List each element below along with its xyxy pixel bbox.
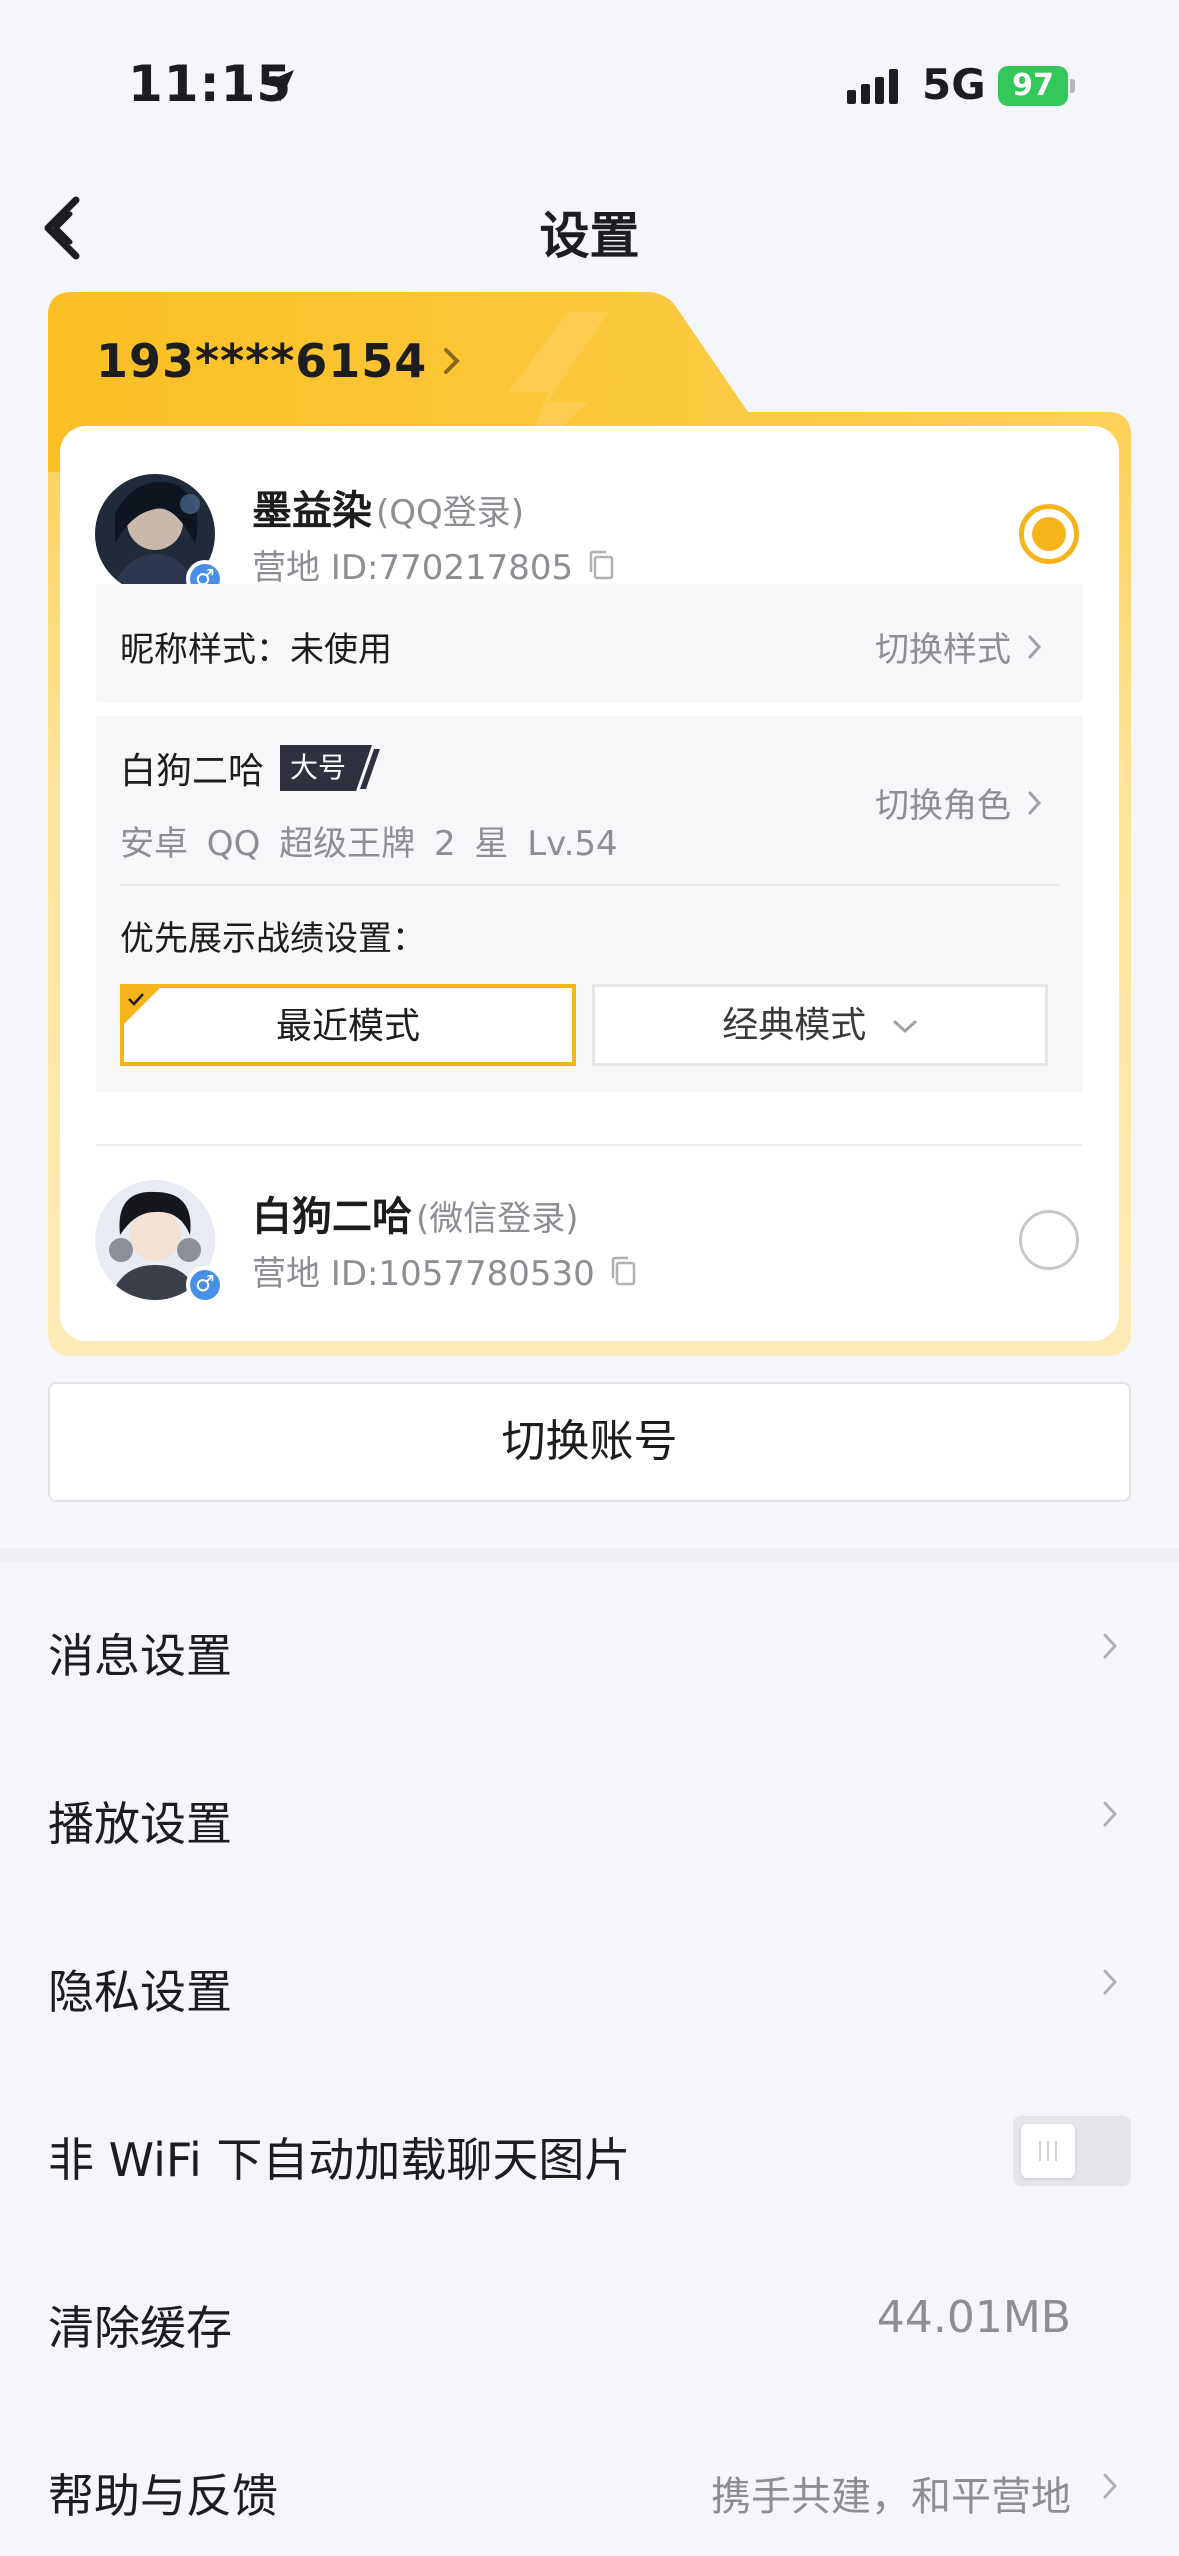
chevron-right-icon	[1028, 791, 1042, 814]
account-nickname: 白狗二哈	[252, 1194, 412, 1240]
account-radio-selected[interactable]	[1019, 504, 1079, 564]
setting-label: 非 WiFi 下自动加载聊天图片	[48, 2133, 631, 2187]
setting-help-feedback[interactable]: 帮助与反馈 携手共建，和平营地	[0, 2402, 1179, 2556]
account-item-wechat[interactable]: ♂ 白狗二哈 (微信登录) 营地 ID:1057780530	[60, 1174, 1119, 1314]
account-item-qq[interactable]: ♂ 墨益染 (QQ登录) 营地 ID:770217805	[60, 464, 1119, 604]
chevron-right-icon	[1103, 1969, 1118, 1995]
signal-icon	[847, 69, 898, 104]
copy-icon[interactable]	[609, 1255, 637, 1287]
account-list: ♂ 墨益染 (QQ登录) 营地 ID:770217805 昵称样式：未使用 切换样…	[60, 426, 1119, 1341]
chevron-right-icon	[444, 348, 461, 374]
phone-number: 193****6154	[96, 334, 428, 388]
network-type: 5G	[922, 60, 986, 109]
nickname-style-row[interactable]: 昵称样式：未使用 切换样式	[96, 584, 1083, 702]
chevron-right-icon	[1103, 2473, 1118, 2499]
login-method: (微信登录)	[416, 1199, 579, 1239]
setting-clear-cache[interactable]: 清除缓存 44.01MB	[0, 2234, 1179, 2402]
divider	[96, 1144, 1083, 1146]
chevron-right-icon	[1028, 635, 1042, 658]
setting-label: 清除缓存	[48, 2301, 232, 2355]
male-gender-icon: ♂	[186, 1266, 224, 1304]
main-account-tag: 大号	[280, 745, 382, 791]
settings-list: 消息设置 播放设置 隐私设置 非 WiFi 下自动加载聊天图片 清除缓存 44.…	[0, 1562, 1179, 2556]
check-corner-icon	[124, 988, 160, 1024]
account-nickname: 墨益染	[252, 488, 372, 534]
status-bar: 11:15 5G 97	[0, 0, 1179, 175]
setting-privacy[interactable]: 隐私设置	[0, 1898, 1179, 2066]
account-id: 营地 ID:770217805	[252, 540, 615, 589]
tag-slash-decoration	[356, 745, 381, 791]
section-separator	[0, 1548, 1179, 1562]
nickname-style-label: 昵称样式：未使用	[120, 630, 392, 670]
setting-label: 消息设置	[48, 1629, 232, 1683]
priority-display-label: 优先展示战绩设置：	[120, 919, 426, 959]
switch-style-label: 切换样式	[875, 630, 1011, 670]
auto-load-images-toggle[interactable]	[1013, 2116, 1131, 2186]
chevron-right-icon	[1103, 1801, 1118, 1827]
location-arrow-icon	[262, 70, 294, 102]
battery-icon: 97	[998, 66, 1075, 106]
account-id-text: 营地 ID:770217805	[252, 548, 574, 588]
login-method: (QQ登录)	[376, 493, 525, 533]
recent-mode-button[interactable]: 最近模式	[120, 984, 576, 1066]
account-name: 墨益染 (QQ登录)	[252, 478, 524, 536]
role-name-text: 白狗二哈	[120, 751, 265, 792]
page-title: 设置	[539, 207, 640, 265]
chevron-right-icon	[1103, 1633, 1118, 1659]
setting-label: 隐私设置	[48, 1965, 232, 2019]
divider	[120, 884, 1060, 886]
switch-style-link[interactable]: 切换样式	[875, 622, 1043, 671]
chevron-down-icon	[893, 1020, 917, 1034]
setting-label: 播放设置	[48, 1797, 232, 1851]
account-card: 193****6154 ♂ 墨益染 (QQ登录) 营地 ID:770217805…	[48, 292, 1131, 1356]
switch-role-link[interactable]: 切换角色	[875, 778, 1043, 827]
role-detail: 安卓 QQ 超级王牌 2 星 Lv.54	[120, 824, 618, 864]
help-hint: 携手共建，和平营地	[711, 2474, 1071, 2520]
setting-message[interactable]: 消息设置	[0, 1562, 1179, 1730]
setting-label: 帮助与反馈	[48, 2469, 278, 2523]
role-panel: 白狗二哈 大号 安卓 QQ 超级王牌 2 星 Lv.54 切换角色 优先展示战绩…	[96, 716, 1083, 1092]
toggle-knob	[1021, 2124, 1075, 2178]
account-id-text: 营地 ID:1057780530	[252, 1254, 595, 1294]
copy-icon[interactable]	[587, 549, 615, 581]
role-name: 白狗二哈 大号	[120, 742, 382, 794]
phone-number-link[interactable]: 193****6154	[96, 334, 463, 388]
account-radio-unselected[interactable]	[1019, 1210, 1079, 1270]
switch-role-label: 切换角色	[875, 786, 1011, 826]
account-id: 营地 ID:1057780530	[252, 1246, 637, 1295]
classic-mode-label: 经典模式	[722, 1005, 867, 1046]
switch-account-button[interactable]: 切换账号	[48, 1382, 1131, 1502]
cache-size: 44.01MB	[876, 2292, 1071, 2343]
setting-playback[interactable]: 播放设置	[0, 1730, 1179, 1898]
setting-auto-load-images: 非 WiFi 下自动加载聊天图片	[0, 2066, 1179, 2234]
battery-level: 97	[998, 66, 1068, 106]
recent-mode-label: 最近模式	[275, 1006, 420, 1047]
classic-mode-dropdown[interactable]: 经典模式	[592, 984, 1048, 1066]
account-name: 白狗二哈 (微信登录)	[252, 1184, 579, 1242]
